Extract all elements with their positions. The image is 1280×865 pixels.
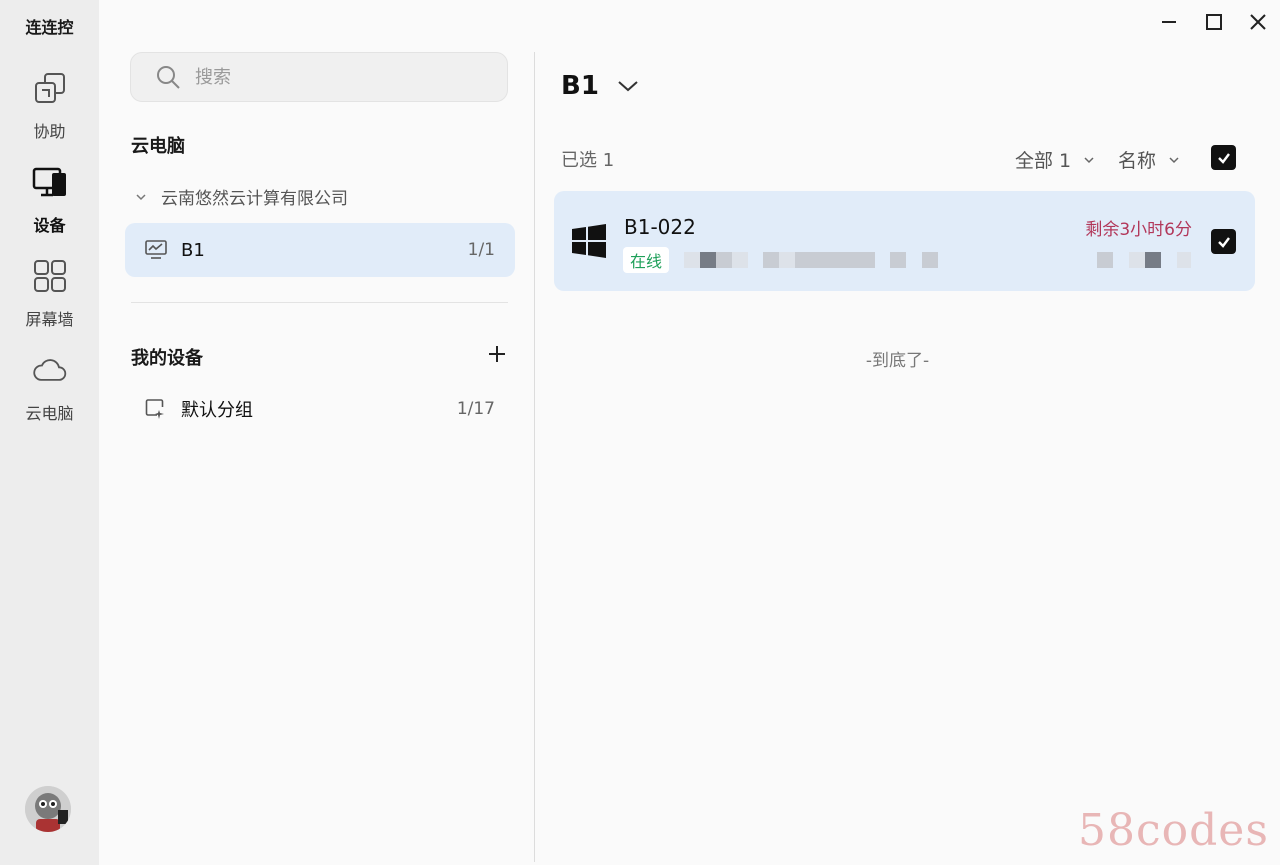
- watermark: 58codes: [1078, 805, 1269, 856]
- company-name: 云南悠然云计算有限公司: [161, 189, 348, 209]
- group-title-dropdown[interactable]: B1: [561, 71, 639, 101]
- minimize-icon: [1162, 21, 1176, 23]
- rail-item-label: 设备: [33, 216, 66, 235]
- maximize-icon: [1206, 14, 1222, 30]
- end-of-list-note: -到底了-: [865, 351, 930, 371]
- device-card[interactable]: B1-022 在线 剩余3小时6分: [554, 191, 1255, 291]
- app-title: 连连控: [25, 18, 74, 37]
- user-avatar[interactable]: [25, 786, 71, 832]
- plus-icon: [489, 346, 505, 362]
- check-icon: [1217, 152, 1230, 164]
- group-title: B1: [561, 71, 599, 101]
- rail-item-cloud-pc[interactable]: 云电脑: [0, 352, 99, 438]
- close-icon: [1250, 14, 1266, 30]
- group-item-default[interactable]: 默认分组 1/17: [125, 382, 515, 436]
- screen-wall-icon: [32, 258, 68, 294]
- search-icon: [157, 66, 180, 89]
- device-icon: [32, 164, 68, 200]
- group-panel: 云电脑 云南悠然云计算有限公司 B1 1/1 我的设备 默认分组 1/17: [99, 0, 535, 865]
- search-input[interactable]: [195, 66, 495, 88]
- rail-item-label: 云电脑: [25, 404, 74, 423]
- chevron-down-icon: [1084, 156, 1094, 163]
- remaining-time: 剩余3小时6分: [1085, 220, 1192, 240]
- rail-item-label: 协助: [33, 122, 66, 141]
- cloud-section-title: 云电脑: [131, 136, 185, 157]
- device-list-panel: B1 已选 1 全部 1 名称 B1-022 在线 剩余3小时6分 -到底了-: [535, 0, 1280, 865]
- windows-icon: [572, 224, 606, 258]
- monitor-chart-icon: [145, 240, 167, 259]
- check-icon: [1217, 236, 1230, 248]
- filter-all-dropdown[interactable]: 全部 1: [1015, 146, 1095, 173]
- add-group-button[interactable]: [483, 340, 511, 368]
- chevron-down-icon: [618, 81, 638, 92]
- section-divider: [131, 302, 508, 303]
- company-group-toggle[interactable]: 云南悠然云计算有限公司: [135, 184, 348, 209]
- minimize-button[interactable]: [1155, 8, 1183, 36]
- rail-item-devices[interactable]: 设备: [0, 164, 99, 250]
- close-button[interactable]: [1244, 8, 1272, 36]
- filter-label: 全部 1: [1015, 150, 1072, 172]
- group-count: 1/1: [467, 240, 495, 260]
- group-name: B1: [181, 239, 205, 261]
- group-item-b1[interactable]: B1 1/1: [125, 223, 515, 277]
- rail-item-screen-wall[interactable]: 屏幕墙: [0, 258, 99, 344]
- sort-name-dropdown[interactable]: 名称: [1118, 146, 1180, 173]
- status-badge: 在线: [623, 247, 670, 273]
- select-all-checkbox[interactable]: [1211, 145, 1236, 170]
- device-checkbox[interactable]: [1211, 229, 1236, 254]
- cloud-icon: [32, 352, 68, 388]
- search-box[interactable]: [130, 52, 508, 102]
- group-count: 1/17: [456, 399, 495, 419]
- maximize-button[interactable]: [1200, 8, 1228, 36]
- my-devices-title: 我的设备: [131, 348, 203, 369]
- chevron-down-icon: [1169, 156, 1179, 163]
- rail-item-assist[interactable]: 协助: [0, 70, 99, 156]
- device-group-icon: [145, 399, 164, 419]
- group-name: 默认分组: [181, 400, 253, 421]
- assist-icon: [32, 70, 68, 106]
- left-rail: 连连控 协助 设备 屏幕墙 云电脑: [0, 0, 99, 865]
- selected-count: 已选 1: [561, 150, 615, 171]
- device-name: B1-022: [624, 215, 696, 239]
- chevron-down-icon: [135, 190, 147, 204]
- sort-label: 名称: [1118, 150, 1157, 172]
- rail-item-label: 屏幕墙: [25, 310, 74, 329]
